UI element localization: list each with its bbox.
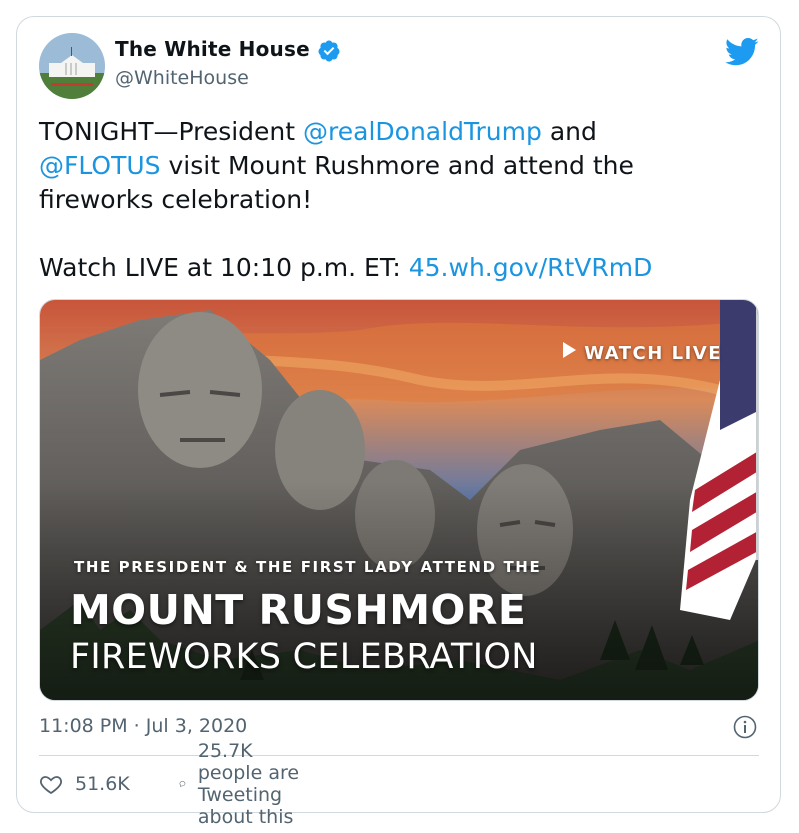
media-title-main: MOUNT RUSHMORE — [70, 586, 527, 634]
mention-link-realdonaldtrump[interactable]: @realDonaldTrump — [303, 117, 542, 146]
tweet-line-1: TONIGHT—President @realDonaldTrump and — [39, 115, 759, 149]
tweet-card: The White House @WhiteHouse TONIGHT—Pres… — [16, 16, 781, 828]
tweet-text-segment: and — [541, 117, 597, 146]
media-title-sub: FIREWORKS CELEBRATION — [70, 637, 538, 677]
heart-icon — [40, 776, 62, 795]
author-handle[interactable]: @WhiteHouse — [115, 67, 249, 89]
tweet-line-2: @FLOTUS visit Mount Rushmore and attend … — [39, 149, 759, 183]
play-triangle-icon — [563, 342, 577, 358]
tweet-text-segment: TONIGHT—President — [39, 117, 304, 146]
tweeting-count-text: 25.7K people are Tweeting about this — [197, 740, 300, 828]
verified-badge-icon — [318, 40, 340, 62]
watch-live-label[interactable]: WATCH LIVE — [563, 342, 722, 364]
author-name[interactable]: The White House — [115, 37, 310, 61]
tweet-text-segment: visit Mount Rushmore and attend the — [160, 151, 634, 180]
tweet-line-4: Watch LIVE at 10:10 p.m. ET: 45.wh.gov/R… — [39, 251, 759, 285]
media-card[interactable]: WATCH LIVE THE PRESIDENT & THE FIRST LAD… — [39, 299, 759, 701]
mention-link-flotus[interactable]: @FLOTUS — [39, 151, 161, 180]
tweet-line-3: fireworks celebration! — [39, 185, 313, 214]
tweet-text-segment: Watch LIVE at 10:10 p.m. ET: — [39, 253, 409, 282]
watch-live-text: WATCH LIVE — [584, 343, 722, 364]
info-icon[interactable] — [733, 715, 757, 739]
tweet-text: TONIGHT—President @realDonaldTrump and @… — [39, 115, 759, 285]
speech-bubble-icon — [179, 781, 186, 788]
avatar[interactable] — [39, 33, 105, 99]
url-link[interactable]: 45.wh.gov/RtVRmD — [409, 253, 653, 282]
media-pre-title: THE PRESIDENT & THE FIRST LADY ATTEND TH… — [74, 558, 542, 576]
twitter-bird-icon[interactable] — [725, 37, 759, 67]
like-count: 51.6K — [75, 773, 130, 795]
white-house-avatar-image — [39, 33, 105, 99]
tweet-timestamp[interactable]: 11:08 PM · Jul 3, 2020 — [39, 715, 247, 737]
tweeting-about-link[interactable]: 25.7K people are Tweeting about this — [179, 740, 299, 828]
like-button[interactable]: 51.6K — [39, 769, 130, 799]
divider — [39, 755, 759, 756]
